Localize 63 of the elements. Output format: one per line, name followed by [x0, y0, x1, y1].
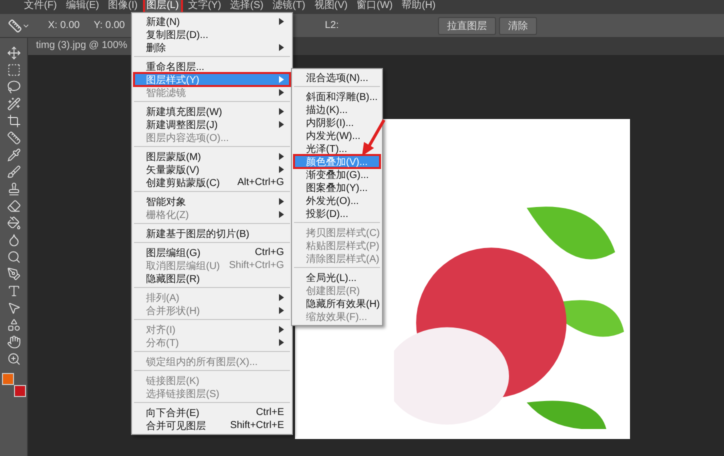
marquee-icon[interactable] — [6, 63, 20, 77]
type-icon[interactable] — [6, 284, 20, 298]
menu-item[interactable]: 合并可见图层 Shift+Ctrl+E — [134, 419, 290, 432]
move-icon[interactable] — [6, 46, 20, 60]
zoom-icon[interactable] — [6, 352, 20, 366]
submenu-arrow-icon — [279, 44, 284, 51]
eraser-icon[interactable] — [6, 199, 20, 213]
menu-item[interactable]: 隐藏所有效果(H) — [294, 297, 380, 310]
menu-item[interactable]: 创建剪贴蒙版(C) Alt+Ctrl+G — [134, 176, 290, 189]
lasso-icon[interactable] — [6, 80, 20, 94]
menu-bar-item[interactable]: 滤镜(T) — [268, 0, 310, 14]
menu-item[interactable]: 全局光(L)... — [294, 271, 380, 284]
menu-item[interactable]: 新建基于图层的切片(B) — [134, 227, 290, 240]
menu-item[interactable]: 矢量蒙版(V) — [134, 163, 290, 176]
pipette-icon[interactable] — [6, 148, 20, 162]
foreground-color-swatch[interactable] — [2, 373, 14, 385]
menu-item[interactable]: 重命名图层... — [134, 60, 290, 73]
l2-label: L2: — [324, 20, 339, 31]
submenu-arrow-icon — [279, 18, 284, 25]
menu-item[interactable]: 外发光(O)... — [294, 194, 380, 207]
menu-item[interactable]: 新建填充图层(W) — [134, 105, 290, 118]
x-coordinate: X: 0.00 — [48, 20, 80, 31]
menu-item[interactable]: 复制图层(D)... — [134, 28, 290, 41]
ruler-icon[interactable] — [6, 131, 20, 145]
menu-bar-item[interactable]: 选择(S) — [226, 0, 268, 14]
menu-item[interactable]: 删除 — [134, 41, 290, 54]
search-icon[interactable] — [6, 250, 20, 264]
menu-item[interactable]: 隐藏图层(R) — [134, 272, 290, 285]
menu-item[interactable]: 投影(D)... — [294, 207, 380, 220]
menu-item[interactable]: 向下合并(E) Ctrl+E — [134, 406, 290, 419]
y-coordinate: Y: 0.00 — [94, 20, 125, 31]
menu-bar-item[interactable]: 图像(I) — [104, 0, 142, 14]
arrow-drawing — [362, 118, 388, 158]
hand-icon[interactable] — [6, 335, 20, 349]
brush-icon[interactable] — [6, 165, 20, 179]
stamp-icon[interactable] — [6, 182, 20, 196]
menu-item[interactable]: 新建调整图层(J) — [134, 118, 290, 131]
menu-item[interactable]: 图层编组(G) Ctrl+G — [134, 246, 290, 259]
menu-item[interactable]: 光泽(T)... — [294, 142, 380, 155]
menu-item[interactable]: 内阴影(I)... — [294, 116, 380, 129]
menu-item[interactable]: 内发光(W)... — [294, 129, 380, 142]
menu-item[interactable]: 描边(K)... — [294, 103, 380, 116]
menu-item[interactable]: 混合选项(N)... — [294, 71, 380, 84]
background-color-swatch[interactable] — [14, 385, 26, 397]
droplet-icon[interactable] — [6, 233, 20, 247]
menu-item[interactable]: 智能对象 — [134, 195, 290, 208]
pointer-icon[interactable] — [6, 301, 20, 315]
option-button[interactable]: 清除 — [498, 16, 537, 34]
paint-bucket-icon[interactable] — [6, 216, 20, 230]
menu-item[interactable]: 图层蒙版(M) — [134, 150, 290, 163]
shapes-icon[interactable] — [6, 318, 20, 332]
menu-item[interactable]: 新建(N) — [134, 15, 290, 28]
option-button[interactable]: 拉直图层 — [438, 16, 496, 34]
menu-item[interactable]: 渐变叠加(G)... — [294, 168, 380, 181]
menu-item[interactable]: 斜面和浮雕(B)... — [294, 90, 380, 103]
pen-icon[interactable] — [6, 267, 20, 281]
menu-item[interactable]: 图案叠加(Y)... — [294, 181, 380, 194]
menu-bar-item[interactable]: 帮助(H) — [398, 0, 440, 14]
ruler-icon — [8, 18, 22, 32]
crop-icon[interactable] — [6, 114, 20, 128]
wand-icon[interactable] — [6, 97, 20, 111]
menu-bar-item[interactable]: 视图(V) — [310, 0, 352, 14]
menu-bar-item[interactable]: 编辑(E) — [62, 0, 104, 14]
